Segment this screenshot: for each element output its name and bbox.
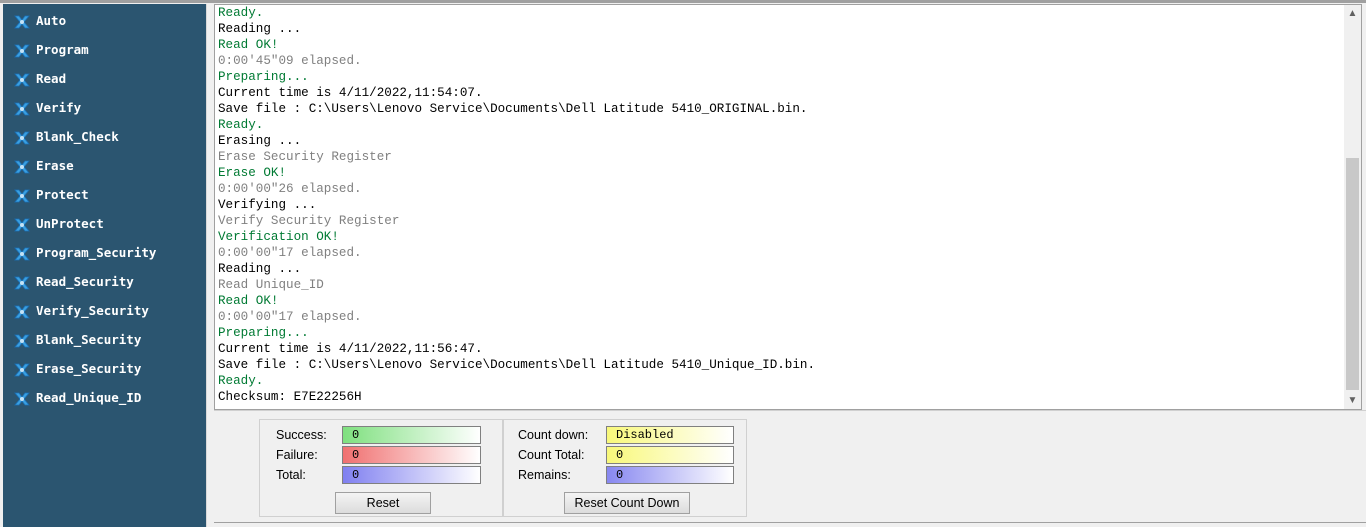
reset-count-down-button[interactable]: Reset Count Down <box>564 492 690 514</box>
scroll-up-arrow-icon[interactable]: ▲ <box>1344 5 1361 22</box>
log-line: 0:00'00"26 elapsed. <box>218 182 362 196</box>
log-line: Read OK! <box>218 294 279 308</box>
sidebar-item-unprotect[interactable]: UnProtect <box>3 213 206 235</box>
countdown-label: Count down: <box>518 428 589 442</box>
log-line: Reading ... <box>218 262 302 276</box>
log-line: Read Unique_ID <box>218 278 324 292</box>
sidebar-item-label: Erase_Security <box>36 361 142 376</box>
sidebar-item-verify-security[interactable]: Verify_Security <box>3 300 206 322</box>
log-line: Current time is 4/11/2022,11:56:47. <box>218 342 483 356</box>
sidebar-item-read[interactable]: Read <box>3 68 206 90</box>
failure-label: Failure: <box>276 448 318 462</box>
blue-x-icon <box>13 332 31 350</box>
scroll-thumb[interactable] <box>1346 158 1359 390</box>
sidebar-item-label: Erase <box>36 158 74 173</box>
bottom-border <box>214 522 1366 523</box>
log-line: Reading ... <box>218 22 302 36</box>
sidebar-item-label: Read_Unique_ID <box>36 390 142 405</box>
log-scrollbar[interactable]: ▲ ▼ <box>1344 5 1361 409</box>
sidebar-item-program[interactable]: Program <box>3 39 206 61</box>
scroll-down-arrow-icon[interactable]: ▼ <box>1344 392 1361 409</box>
blue-x-icon <box>13 158 31 176</box>
sidebar-item-label: Blank_Security <box>36 332 142 347</box>
blue-x-icon <box>13 71 31 89</box>
blue-x-icon <box>13 13 31 31</box>
log-line: Erase Security Register <box>218 150 392 164</box>
log-line: Preparing... <box>218 326 309 340</box>
countdown-group: Count down: Disabled Count Total: 0 Rema… <box>503 419 747 517</box>
sidebar-item-label: Blank_Check <box>36 129 119 144</box>
failure-field: 0 <box>342 446 481 464</box>
sidebar-item-label: Verify <box>36 100 82 115</box>
log-line: 0:00'00"17 elapsed. <box>218 246 362 260</box>
count-total-field: 0 <box>606 446 734 464</box>
log-line: Ready. <box>218 6 264 20</box>
blue-x-icon <box>13 100 31 118</box>
log-line: Ready. <box>218 374 264 388</box>
sidebar-item-protect[interactable]: Protect <box>3 184 206 206</box>
sidebar-item-blank-security[interactable]: Blank_Security <box>3 329 206 351</box>
success-field: 0 <box>342 426 481 444</box>
log-line: Read OK! <box>218 38 279 52</box>
stats-group: Success: 0 Failure: 0 Total: 0 Reset <box>259 419 503 517</box>
total-label: Total: <box>276 468 306 482</box>
reset-button[interactable]: Reset <box>335 492 431 514</box>
sidebar-item-label: Program <box>36 42 89 57</box>
sidebar-item-label: Read_Security <box>36 274 134 289</box>
sidebar-item-erase[interactable]: Erase <box>3 155 206 177</box>
log-line: Verify Security Register <box>218 214 400 228</box>
top-border <box>0 0 1366 3</box>
log-line: Ready. <box>218 118 264 132</box>
blue-x-icon <box>13 245 31 263</box>
sidebar-item-read-unique-id[interactable]: Read_Unique_ID <box>3 387 206 409</box>
remains-field: 0 <box>606 466 734 484</box>
log-line: Checksum: E7E22256H <box>218 390 362 404</box>
blue-x-icon <box>13 216 31 234</box>
sidebar-item-erase-security[interactable]: Erase_Security <box>3 358 206 380</box>
success-label: Success: <box>276 428 327 442</box>
remains-label: Remains: <box>518 468 571 482</box>
total-field: 0 <box>342 466 481 484</box>
blue-x-icon <box>13 390 31 408</box>
sidebar-item-label: Auto <box>36 13 67 28</box>
log-line: Save file : C:\Users\Lenovo Service\Docu… <box>218 102 808 116</box>
log-lines: Ready. Reading ... Read OK! 0:00'45"09 elap… <box>218 5 815 405</box>
count-total-label: Count Total: <box>518 448 585 462</box>
log-line: Erase OK! <box>218 166 287 180</box>
sidebar: Auto Program Read Verify Blank_Check Erase Pro… <box>3 4 206 527</box>
blue-x-icon <box>13 42 31 60</box>
sidebar-item-auto[interactable]: Auto <box>3 10 206 32</box>
log-line: 0:00'00"17 elapsed. <box>218 310 362 324</box>
sidebar-item-label: Program_Security <box>36 245 157 260</box>
blue-x-icon <box>13 303 31 321</box>
blue-x-icon <box>13 187 31 205</box>
blue-x-icon <box>13 361 31 379</box>
sidebar-item-blank-check[interactable]: Blank_Check <box>3 126 206 148</box>
splitter[interactable] <box>206 4 214 527</box>
log-panel[interactable]: Ready. Reading ... Read OK! 0:00'45"09 elap… <box>214 4 1362 410</box>
blue-x-icon <box>13 129 31 147</box>
sidebar-item-label: Verify_Security <box>36 303 149 318</box>
bottom-separator <box>214 410 1366 411</box>
log-line: Save file : C:\Users\Lenovo Service\Docu… <box>218 358 816 372</box>
log-line: Erasing ... <box>218 134 302 148</box>
blue-x-icon <box>13 274 31 292</box>
sidebar-item-label: Protect <box>36 187 89 202</box>
sidebar-item-read-security[interactable]: Read_Security <box>3 271 206 293</box>
log-line: Verification OK! <box>218 230 339 244</box>
sidebar-item-label: UnProtect <box>36 216 104 231</box>
log-line: Current time is 4/11/2022,11:54:07. <box>218 86 483 100</box>
countdown-field: Disabled <box>606 426 734 444</box>
sidebar-item-label: Read <box>36 71 67 86</box>
log-line: Preparing... <box>218 70 309 84</box>
log-line: 0:00'45"09 elapsed. <box>218 54 362 68</box>
sidebar-item-verify[interactable]: Verify <box>3 97 206 119</box>
sidebar-item-program-security[interactable]: Program_Security <box>3 242 206 264</box>
log-line: Verifying ... <box>218 198 317 212</box>
